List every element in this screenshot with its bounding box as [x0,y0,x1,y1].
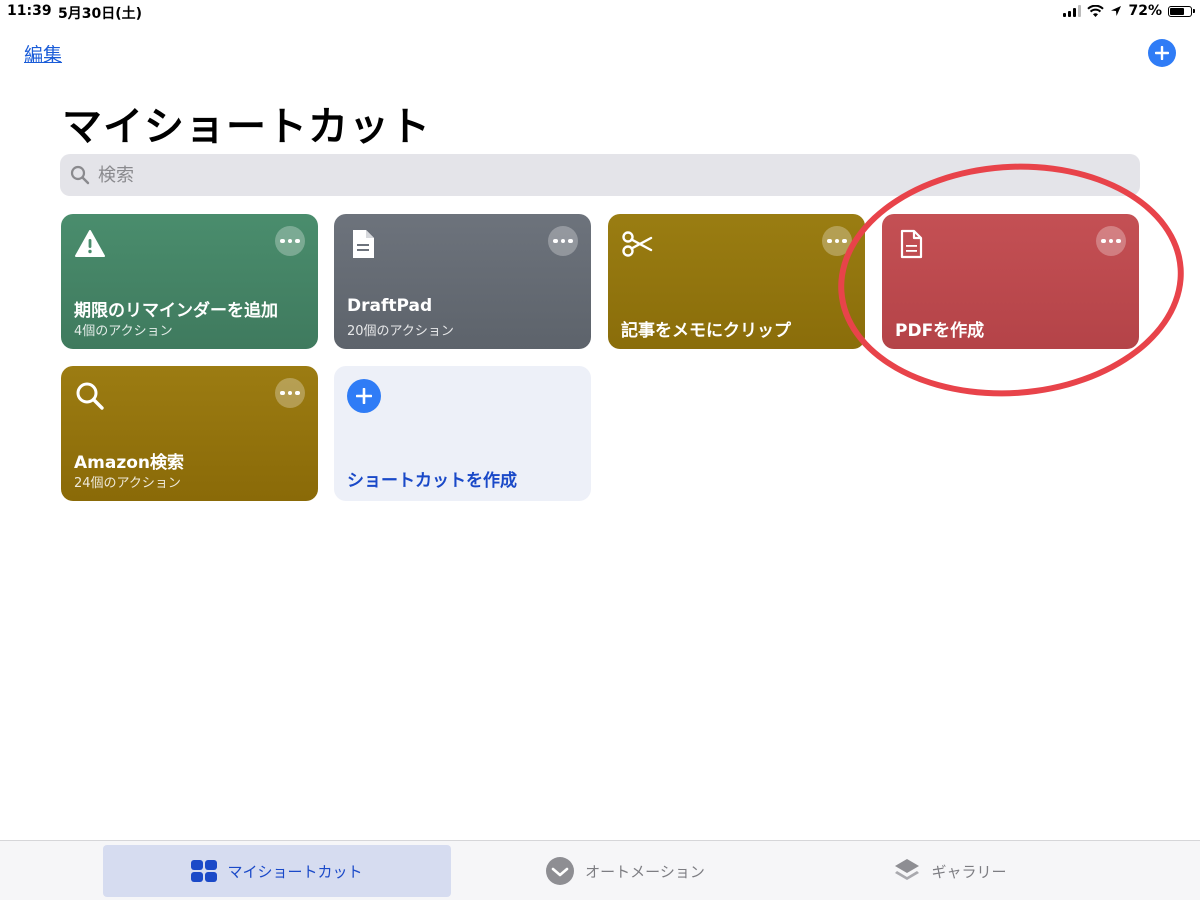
shortcut-action-count: 4個のアクション [74,324,173,339]
shortcut-card-draftpad[interactable]: DraftPad 20個のアクション [334,214,591,349]
create-shortcut-label: ショートカットを作成 [347,471,517,491]
scissors-icon [622,231,653,257]
ellipsis-icon [553,238,573,244]
shortcut-card-amazon-search[interactable]: Amazon検索 24個のアクション [61,366,318,501]
tab-bar: マイショートカット オートメーション ギャラリー [0,840,1200,900]
plus-icon [1155,46,1169,60]
shortcut-title: 記事をメモにクリップ [621,321,791,341]
search-icon [76,382,104,410]
shortcut-action-count: 24個のアクション [74,476,181,491]
document-icon [353,230,374,258]
location-arrow-icon [1111,6,1122,16]
tab-my-shortcuts[interactable]: マイショートカット [103,845,451,897]
status-indicators: 72% [1063,3,1195,19]
search-icon [70,165,90,185]
wifi-icon [1087,4,1105,17]
document-outline-icon [900,229,923,259]
status-bar: 11:39 5月30日(土) 72% [0,0,1200,24]
more-options-button[interactable] [275,378,305,408]
more-options-button[interactable] [822,226,852,256]
tab-automation[interactable]: オートメーション [480,845,770,897]
status-date: 5月30日(土) [58,6,143,22]
search-input[interactable] [96,163,1000,187]
status-time: 11:39 [7,3,52,19]
ellipsis-icon [280,238,300,244]
battery-percent: 72% [1128,3,1162,19]
plus-icon [347,379,381,413]
grid-icon [191,860,218,882]
shortcut-title: DraftPad [347,296,433,316]
warning-icon [75,230,105,257]
ellipsis-icon [280,390,300,396]
shortcut-card-create-pdf[interactable]: PDFを作成 [882,214,1139,349]
search-bar[interactable] [60,154,1140,196]
edit-button[interactable]: 編集 [24,40,62,67]
more-options-button[interactable] [548,226,578,256]
shortcut-card-add-reminder[interactable]: 期限のリマインダーを追加 4個のアクション [61,214,318,349]
shortcut-card-clip-article[interactable]: 記事をメモにクリップ [608,214,865,349]
tab-label: オートメーション [585,862,705,881]
shortcut-action-count: 20個のアクション [347,324,454,339]
battery-icon [1168,5,1195,17]
layers-icon [895,859,920,880]
ellipsis-icon [1101,238,1121,244]
add-shortcut-button[interactable] [1148,39,1176,67]
tab-gallery[interactable]: ギャラリー [820,845,1080,897]
tab-label: ギャラリー [931,862,1007,881]
shortcut-title: 期限のリマインダーを追加 [74,301,278,321]
shortcut-title: Amazon検索 [74,453,185,473]
screen: 11:39 5月30日(土) 72% 編集 マイショートカット 検索 期限のリマ… [0,0,1200,900]
battery-fill [1170,7,1184,15]
more-options-button[interactable] [275,226,305,256]
shortcut-title: PDFを作成 [895,321,985,341]
checkmark-circle-icon [546,857,575,885]
create-shortcut-card[interactable]: ショートカットを作成 [334,366,591,501]
tab-label: マイショートカット [227,862,363,881]
ellipsis-icon [827,238,847,244]
more-options-button[interactable] [1096,226,1126,256]
cellular-signal-icon [1063,5,1082,17]
page-title: マイショートカット [62,104,431,150]
